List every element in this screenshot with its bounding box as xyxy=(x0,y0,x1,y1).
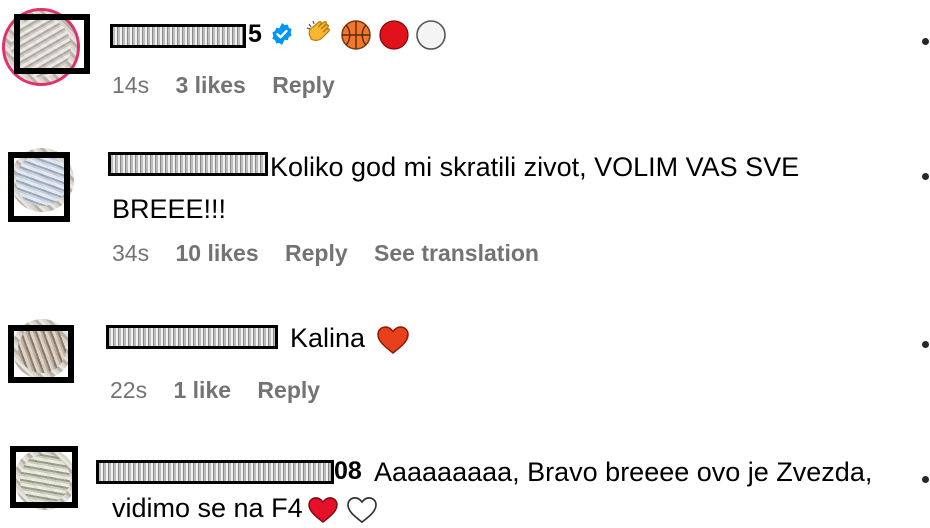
comment-text: Koliko god mi skratili zivot, VOLIM VAS … xyxy=(270,152,800,182)
comment-time: 22s xyxy=(110,377,148,403)
comment-text: Kalina xyxy=(290,323,366,353)
comment-meta: 22s 1 like Reply xyxy=(110,377,340,404)
likes-count[interactable]: 3 likes xyxy=(175,72,245,98)
comment-item: Kalina 22s 1 like Reply xyxy=(0,315,930,425)
white-circle-icon xyxy=(416,20,446,50)
avatar-redaction xyxy=(8,152,70,222)
username-suffix[interactable]: 08 xyxy=(334,457,362,486)
comment-text-continued: vidimo se na F4 xyxy=(112,493,303,523)
avatar-redaction xyxy=(8,325,74,383)
likes-count[interactable]: 10 likes xyxy=(175,240,258,266)
comment-time: 14s xyxy=(112,72,150,98)
comment-time: 34s xyxy=(112,240,150,266)
comment-item: 08 Aaaaaaaaa, Bravo breeee ovo je Zvezda… xyxy=(0,440,930,524)
see-translation-button[interactable]: See translation xyxy=(374,240,539,266)
more-options-icon[interactable] xyxy=(922,173,929,180)
red-heart-icon xyxy=(308,497,338,524)
more-options-icon[interactable] xyxy=(922,38,929,45)
username-suffix[interactable]: 5 xyxy=(248,20,262,49)
username[interactable] xyxy=(106,325,278,349)
username[interactable] xyxy=(108,152,268,176)
comment-item: 5 14s 3 likes Reply xyxy=(0,0,930,120)
basketball-icon xyxy=(341,20,371,50)
reply-button[interactable]: Reply xyxy=(285,240,348,266)
white-heart-icon xyxy=(347,497,377,524)
comment-meta: 34s 10 likes Reply See translation xyxy=(112,240,559,267)
reply-button[interactable]: Reply xyxy=(257,377,320,403)
red-heart-icon xyxy=(377,326,409,354)
verified-badge-icon xyxy=(272,23,292,45)
comment-text: Aaaaaaaaa, Bravo breeee ovo je Zvezda, xyxy=(374,457,873,487)
more-options-icon[interactable] xyxy=(922,476,929,483)
more-options-icon[interactable] xyxy=(922,341,929,348)
likes-count[interactable]: 1 like xyxy=(173,377,231,403)
comment-item: Koliko god mi skratili zivot, VOLIM VAS … xyxy=(0,140,930,290)
clapping-hands-icon xyxy=(306,20,330,41)
reply-button[interactable]: Reply xyxy=(272,72,335,98)
avatar-redaction xyxy=(10,446,78,508)
comment-meta: 14s 3 likes Reply xyxy=(112,72,355,99)
username[interactable] xyxy=(110,24,246,48)
avatar-redaction xyxy=(14,14,90,74)
comment-text-continued: BREEE!!! xyxy=(112,194,227,224)
red-circle-icon xyxy=(379,20,409,50)
username[interactable] xyxy=(96,460,334,484)
